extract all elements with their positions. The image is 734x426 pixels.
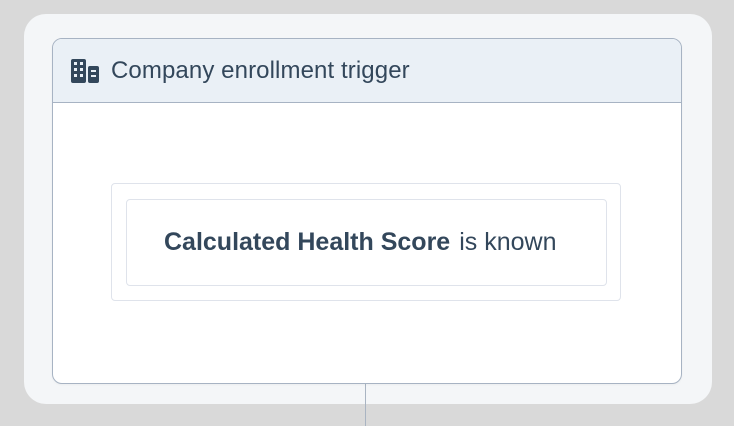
workflow-connector-line bbox=[365, 384, 366, 426]
filter-operator: is known bbox=[459, 228, 557, 256]
trigger-card-header: Company enrollment trigger bbox=[53, 39, 681, 103]
filter-group: Calculated Health Score is known bbox=[111, 183, 621, 301]
building-icon bbox=[71, 58, 101, 84]
trigger-title: Company enrollment trigger bbox=[111, 56, 410, 84]
filter-criteria[interactable]: Calculated Health Score is known bbox=[126, 199, 607, 286]
filter-property: Calculated Health Score bbox=[164, 228, 451, 256]
trigger-card-body: Calculated Health Score is known bbox=[53, 103, 681, 382]
enrollment-trigger-card[interactable]: Company enrollment trigger Calculated He… bbox=[52, 38, 682, 384]
